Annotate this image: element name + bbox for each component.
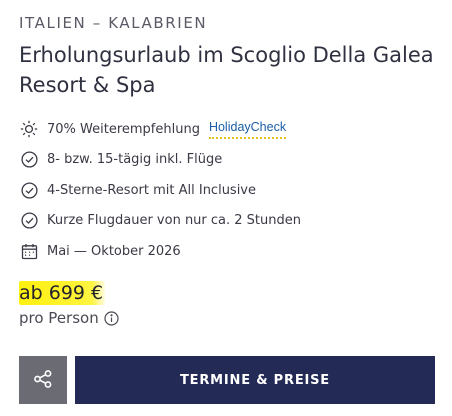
info-icon[interactable] bbox=[104, 310, 119, 326]
feature-text: 4-Sterne-Resort mit All Inclusive bbox=[47, 182, 257, 198]
region-label: ITALIEN – KALABRIEN bbox=[19, 14, 208, 32]
price-value: ab 699 € bbox=[19, 281, 106, 305]
offer-card: ITALIEN – KALABRIEN Erholungsurlaub im S… bbox=[0, 0, 452, 416]
share-icon bbox=[33, 369, 53, 392]
feature-text: Mai — Oktober 2026 bbox=[47, 243, 181, 259]
price-block: ab 699 € bbox=[19, 281, 106, 305]
feature-item-resort: 4-Sterne-Resort mit All Inclusive bbox=[19, 175, 439, 206]
check-circle-icon bbox=[19, 180, 39, 200]
share-button[interactable] bbox=[19, 356, 67, 404]
check-circle-icon bbox=[19, 211, 39, 231]
feature-list: 70% Weiterempfehlung HolidayCheck 8- bzw… bbox=[19, 114, 439, 267]
offer-title[interactable]: Erholungsurlaub im Scoglio Della Galea R… bbox=[19, 40, 439, 100]
calendar-icon bbox=[19, 241, 39, 261]
feature-text: 70% Weiterempfehlung bbox=[47, 121, 200, 137]
feature-item-dates: Mai — Oktober 2026 bbox=[19, 236, 439, 267]
feature-item-duration: 8- bzw. 15-tägig inkl. Flüge bbox=[19, 145, 439, 176]
dates-and-prices-button[interactable]: TERMINE & PREISE bbox=[75, 356, 435, 404]
per-person-label: pro Person bbox=[19, 309, 99, 327]
check-circle-icon bbox=[19, 150, 39, 170]
price-unit: pro Person bbox=[19, 309, 119, 327]
feature-text: 8- bzw. 15-tägig inkl. Flüge bbox=[47, 152, 223, 168]
feature-text: Kurze Flugdauer von nur ca. 2 Stunden bbox=[47, 213, 302, 229]
feature-item-recommendation: 70% Weiterempfehlung HolidayCheck bbox=[19, 114, 439, 145]
feature-item-flight: Kurze Flugdauer von nur ca. 2 Stunden bbox=[19, 206, 439, 237]
holidaycheck-logo[interactable]: HolidayCheck bbox=[208, 120, 287, 139]
sun-icon bbox=[19, 119, 39, 139]
